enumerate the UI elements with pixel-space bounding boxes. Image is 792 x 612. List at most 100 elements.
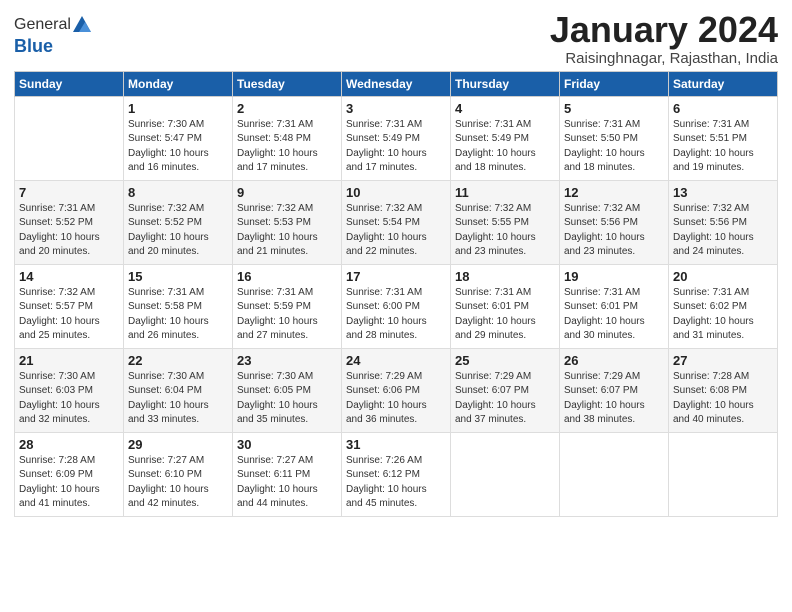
sunset-text: Sunset: 6:09 PM [19,469,93,480]
sunset-text: Sunset: 6:01 PM [564,301,638,312]
logo: General Blue [14,14,93,57]
sunset-text: Sunset: 6:04 PM [128,385,202,396]
header-saturday: Saturday [669,71,778,96]
sunset-text: Sunset: 6:11 PM [237,469,310,480]
sunset-text: Sunset: 5:59 PM [237,301,311,312]
daylight-text: Daylight: 10 hours and 36 minutes. [346,400,427,426]
day-number: 18 [455,269,555,284]
sunset-text: Sunset: 5:50 PM [564,133,638,144]
sunset-text: Sunset: 5:49 PM [455,133,529,144]
week-row-1: 7 Sunrise: 7:31 AM Sunset: 5:52 PM Dayli… [15,180,778,264]
sunset-text: Sunset: 6:06 PM [346,385,420,396]
sunset-text: Sunset: 5:49 PM [346,133,420,144]
cell-2-2: 16 Sunrise: 7:31 AM Sunset: 5:59 PM Dayl… [233,264,342,348]
cell-4-3: 31 Sunrise: 7:26 AM Sunset: 6:12 PM Dayl… [342,432,451,516]
cell-2-6: 20 Sunrise: 7:31 AM Sunset: 6:02 PM Dayl… [669,264,778,348]
sunrise-text: Sunrise: 7:32 AM [564,203,640,214]
daylight-text: Daylight: 10 hours and 45 minutes. [346,484,427,510]
sunrise-text: Sunrise: 7:27 AM [237,455,313,466]
sunset-text: Sunset: 6:07 PM [455,385,529,396]
cell-2-1: 15 Sunrise: 7:31 AM Sunset: 5:58 PM Dayl… [124,264,233,348]
sunset-text: Sunset: 5:51 PM [673,133,747,144]
sunset-text: Sunset: 6:12 PM [346,469,420,480]
header-friday: Friday [560,71,669,96]
sunrise-text: Sunrise: 7:28 AM [673,371,749,382]
cell-3-4: 25 Sunrise: 7:29 AM Sunset: 6:07 PM Dayl… [451,348,560,432]
cell-2-3: 17 Sunrise: 7:31 AM Sunset: 6:00 PM Dayl… [342,264,451,348]
sunrise-text: Sunrise: 7:31 AM [564,119,640,130]
sunset-text: Sunset: 5:58 PM [128,301,202,312]
day-number: 13 [673,185,773,200]
logo-blue-text: Blue [14,36,93,57]
daylight-text: Daylight: 10 hours and 37 minutes. [455,400,536,426]
daylight-text: Daylight: 10 hours and 18 minutes. [564,148,645,174]
cell-1-4: 11 Sunrise: 7:32 AM Sunset: 5:55 PM Dayl… [451,180,560,264]
calendar-table: Sunday Monday Tuesday Wednesday Thursday… [14,71,778,517]
daylight-text: Daylight: 10 hours and 19 minutes. [673,148,754,174]
daylight-text: Daylight: 10 hours and 42 minutes. [128,484,209,510]
day-number: 28 [19,437,119,452]
header-wednesday: Wednesday [342,71,451,96]
cell-3-0: 21 Sunrise: 7:30 AM Sunset: 6:03 PM Dayl… [15,348,124,432]
day-number: 7 [19,185,119,200]
daylight-text: Daylight: 10 hours and 29 minutes. [455,316,536,342]
sunset-text: Sunset: 5:52 PM [128,217,202,228]
sunset-text: Sunset: 6:00 PM [346,301,420,312]
sunrise-text: Sunrise: 7:31 AM [346,119,422,130]
sunrise-text: Sunrise: 7:30 AM [237,371,313,382]
cell-1-1: 8 Sunrise: 7:32 AM Sunset: 5:52 PM Dayli… [124,180,233,264]
day-number: 30 [237,437,337,452]
cell-4-5 [560,432,669,516]
sunset-text: Sunset: 6:08 PM [673,385,747,396]
sunset-text: Sunset: 6:03 PM [19,385,93,396]
header: General Blue January 2024 Raisinghnagar,… [14,10,778,67]
day-number: 21 [19,353,119,368]
day-number: 25 [455,353,555,368]
cell-2-0: 14 Sunrise: 7:32 AM Sunset: 5:57 PM Dayl… [15,264,124,348]
logo-icon [71,14,93,36]
day-number: 27 [673,353,773,368]
daylight-text: Daylight: 10 hours and 26 minutes. [128,316,209,342]
daylight-text: Daylight: 10 hours and 17 minutes. [237,148,318,174]
week-row-4: 28 Sunrise: 7:28 AM Sunset: 6:09 PM Dayl… [15,432,778,516]
day-number: 8 [128,185,228,200]
daylight-text: Daylight: 10 hours and 38 minutes. [564,400,645,426]
day-number: 4 [455,101,555,116]
sunset-text: Sunset: 5:53 PM [237,217,311,228]
header-sunday: Sunday [15,71,124,96]
cell-4-4 [451,432,560,516]
cell-0-1: 1 Sunrise: 7:30 AM Sunset: 5:47 PM Dayli… [124,96,233,180]
daylight-text: Daylight: 10 hours and 35 minutes. [237,400,318,426]
cell-3-5: 26 Sunrise: 7:29 AM Sunset: 6:07 PM Dayl… [560,348,669,432]
logo-general-text: General [14,16,71,34]
cell-3-3: 24 Sunrise: 7:29 AM Sunset: 6:06 PM Dayl… [342,348,451,432]
sunrise-text: Sunrise: 7:28 AM [19,455,95,466]
sunrise-text: Sunrise: 7:31 AM [673,119,749,130]
day-number: 16 [237,269,337,284]
cell-3-1: 22 Sunrise: 7:30 AM Sunset: 6:04 PM Dayl… [124,348,233,432]
header-thursday: Thursday [451,71,560,96]
day-number: 19 [564,269,664,284]
day-number: 12 [564,185,664,200]
sunrise-text: Sunrise: 7:30 AM [128,119,204,130]
day-number: 10 [346,185,446,200]
sunset-text: Sunset: 6:02 PM [673,301,747,312]
cell-4-2: 30 Sunrise: 7:27 AM Sunset: 6:11 PM Dayl… [233,432,342,516]
sunset-text: Sunset: 6:07 PM [564,385,638,396]
cell-2-5: 19 Sunrise: 7:31 AM Sunset: 6:01 PM Dayl… [560,264,669,348]
sunset-text: Sunset: 5:56 PM [564,217,638,228]
sunset-text: Sunset: 5:47 PM [128,133,202,144]
location: Raisinghnagar, Rajasthan, India [550,50,778,67]
sunrise-text: Sunrise: 7:31 AM [346,287,422,298]
cell-0-2: 2 Sunrise: 7:31 AM Sunset: 5:48 PM Dayli… [233,96,342,180]
day-number: 17 [346,269,446,284]
sunrise-text: Sunrise: 7:32 AM [19,287,95,298]
cell-1-2: 9 Sunrise: 7:32 AM Sunset: 5:53 PM Dayli… [233,180,342,264]
cell-1-3: 10 Sunrise: 7:32 AM Sunset: 5:54 PM Dayl… [342,180,451,264]
daylight-text: Daylight: 10 hours and 18 minutes. [455,148,536,174]
title-block: January 2024 Raisinghnagar, Rajasthan, I… [550,10,778,67]
cell-3-6: 27 Sunrise: 7:28 AM Sunset: 6:08 PM Dayl… [669,348,778,432]
sunrise-text: Sunrise: 7:32 AM [455,203,531,214]
header-monday: Monday [124,71,233,96]
daylight-text: Daylight: 10 hours and 30 minutes. [564,316,645,342]
